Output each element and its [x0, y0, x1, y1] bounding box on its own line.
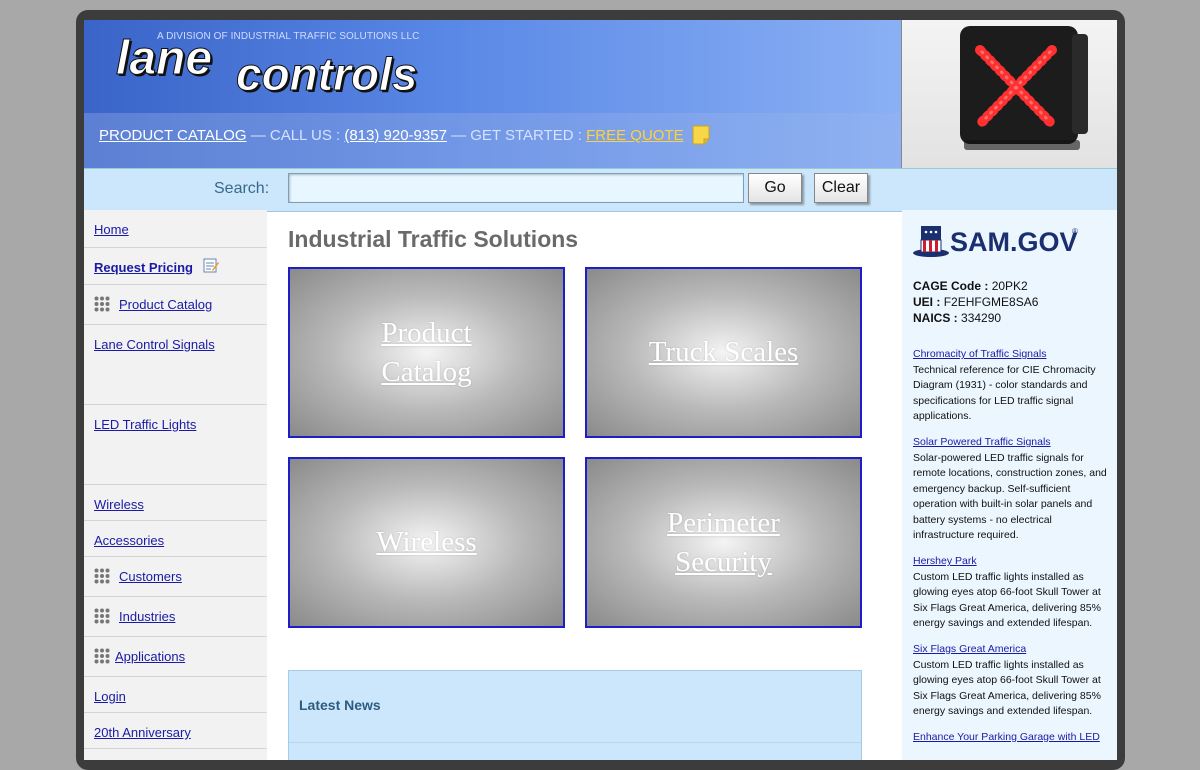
- article-text: Custom LED traffic lights installed as g…: [913, 658, 1101, 718]
- separator-started: — GET STARTED :: [446, 127, 587, 144]
- site-header: A DIVISION OF INDUSTRIAL TRAFFIC SOLUTIO…: [84, 20, 901, 168]
- tile-label[interactable]: Wireless: [376, 523, 476, 562]
- svg-text:controls: controls: [236, 48, 417, 100]
- article-parking-garage: Enhance Your Parking Garage with LED: [913, 730, 1108, 746]
- sidebar-item-product-catalog[interactable]: Product Catalog: [84, 285, 267, 325]
- sidebar-item-request-pricing[interactable]: Request Pricing: [84, 248, 267, 285]
- article-link[interactable]: Hershey Park: [913, 554, 1108, 570]
- sidebar-item-label[interactable]: Industries: [119, 609, 175, 624]
- sidebar-item-label[interactable]: LED Traffic Lights: [94, 417, 196, 432]
- phone-link[interactable]: (813) 920-9357: [344, 127, 447, 144]
- sidebar-item-label[interactable]: Lane Control Signals: [94, 337, 215, 352]
- article-text: Technical reference for CIE Chromacity D…: [913, 363, 1096, 423]
- search-input[interactable]: [288, 173, 744, 203]
- grid-dots-icon: [94, 296, 110, 312]
- uncle-sam-hat-icon: [913, 226, 949, 257]
- sidebar-item-20th-anniversary[interactable]: 20th Anniversary: [84, 713, 267, 749]
- header-links: PRODUCT CATALOG — CALL US : (813) 920-93…: [99, 125, 710, 145]
- article-text: Solar-powered LED traffic signals for re…: [913, 451, 1107, 542]
- article-link[interactable]: Enhance Your Parking Garage with LED: [913, 730, 1108, 746]
- sidebar-item-label[interactable]: Login: [94, 689, 126, 704]
- clear-button[interactable]: Clear: [814, 173, 868, 203]
- sam-gov-logo[interactable]: SAM.GOV ®: [912, 220, 1082, 260]
- sidebar-item-label[interactable]: Product Catalog: [119, 297, 212, 312]
- lanecontrols-logo[interactable]: lane lane controls controls: [114, 28, 484, 101]
- separator-call: — CALL US :: [246, 127, 345, 144]
- tile-perimeter-security[interactable]: Perimeter Security: [585, 457, 862, 628]
- sidebar-item-industries[interactable]: Industries: [84, 597, 267, 637]
- grid-dots-icon: [94, 648, 110, 664]
- page: A DIVISION OF INDUSTRIAL TRAFFIC SOLUTIO…: [84, 20, 1117, 760]
- page-title: Industrial Traffic Solutions: [288, 226, 579, 252]
- search-bar: Search: Go Clear: [84, 168, 1117, 212]
- article-six-flags: Six Flags Great America Custom LED traff…: [913, 642, 1108, 720]
- sticky-note-icon[interactable]: [692, 125, 710, 145]
- sidebar-item-applications[interactable]: Applications: [84, 637, 267, 677]
- latest-news-panel: Latest News: [288, 670, 862, 760]
- form-edit-icon: [203, 258, 219, 273]
- article-link[interactable]: Solar Powered Traffic Signals: [913, 435, 1108, 451]
- sidebar-item-label[interactable]: Wireless: [94, 497, 144, 512]
- tile-label[interactable]: Perimeter Security: [644, 504, 804, 582]
- sidebar-item-label[interactable]: 20th Anniversary: [94, 725, 191, 740]
- grid-dots-icon: [94, 568, 110, 584]
- sidebar-item-label[interactable]: Home: [94, 222, 129, 237]
- sidebar-item-label[interactable]: Customers: [119, 569, 182, 584]
- sidebar-item-accessories[interactable]: Accessories: [84, 521, 267, 557]
- right-sidebar: SAM.GOV ® CAGE Code : 20PK2 UEI : F2EHFG…: [902, 210, 1117, 760]
- sidebar-item-label[interactable]: Request Pricing: [94, 260, 193, 275]
- svg-text:SAM.GOV: SAM.GOV: [950, 227, 1078, 257]
- grid-dots-icon: [94, 608, 110, 624]
- divider: [289, 742, 861, 743]
- svg-text:lane: lane: [116, 32, 212, 85]
- tile-product-catalog[interactable]: Product Catalog: [288, 267, 565, 438]
- x-signal-icon: [960, 26, 1088, 150]
- free-quote-link[interactable]: FREE QUOTE: [586, 127, 684, 144]
- uei: UEI : F2EHFGME8SA6: [913, 295, 1039, 309]
- sidebar-item-wireless[interactable]: Wireless: [84, 485, 267, 521]
- lane-signal-photo: [901, 20, 1117, 168]
- left-sidebar: Home Request Pricing Product Catalog Lan…: [84, 210, 267, 760]
- sidebar-item-led-traffic-lights[interactable]: LED Traffic Lights: [84, 405, 267, 485]
- go-button[interactable]: Go: [748, 173, 802, 203]
- tile-label[interactable]: Truck Scales: [649, 333, 799, 372]
- sidebar-item-login[interactable]: Login: [84, 677, 267, 713]
- sidebar-item-customers[interactable]: Customers: [84, 557, 267, 597]
- article-link[interactable]: Chromacity of Traffic Signals: [913, 347, 1108, 363]
- naics: NAICS : 334290: [913, 311, 1002, 325]
- sidebar-item-label[interactable]: Accessories: [94, 533, 164, 548]
- article-chromacity: Chromacity of Traffic Signals Technical …: [913, 347, 1108, 425]
- sidebar-item-lane-control-signals[interactable]: Lane Control Signals: [84, 325, 267, 405]
- sidebar-item-home[interactable]: Home: [84, 210, 267, 248]
- sidebar-item-label[interactable]: Applications: [115, 649, 185, 664]
- search-label: Search:: [214, 180, 270, 197]
- article-solar: Solar Powered Traffic Signals Solar-powe…: [913, 435, 1108, 544]
- article-link[interactable]: Six Flags Great America: [913, 642, 1108, 658]
- tile-label[interactable]: Product Catalog: [347, 314, 507, 392]
- svg-text:®: ®: [1072, 227, 1078, 236]
- article-text: Custom LED traffic lights installed as g…: [913, 570, 1101, 630]
- registration-ids: CAGE Code : 20PK2 UEI : F2EHFGME8SA6 NAI…: [913, 278, 1038, 326]
- tile-wireless[interactable]: Wireless: [288, 457, 565, 628]
- latest-news-heading: Latest News: [299, 697, 381, 713]
- product-catalog-link[interactable]: PRODUCT CATALOG: [99, 127, 247, 144]
- tile-truck-scales[interactable]: Truck Scales: [585, 267, 862, 438]
- cage-code: CAGE Code : 20PK2: [913, 279, 1028, 293]
- article-hershey: Hershey Park Custom LED traffic lights i…: [913, 554, 1108, 632]
